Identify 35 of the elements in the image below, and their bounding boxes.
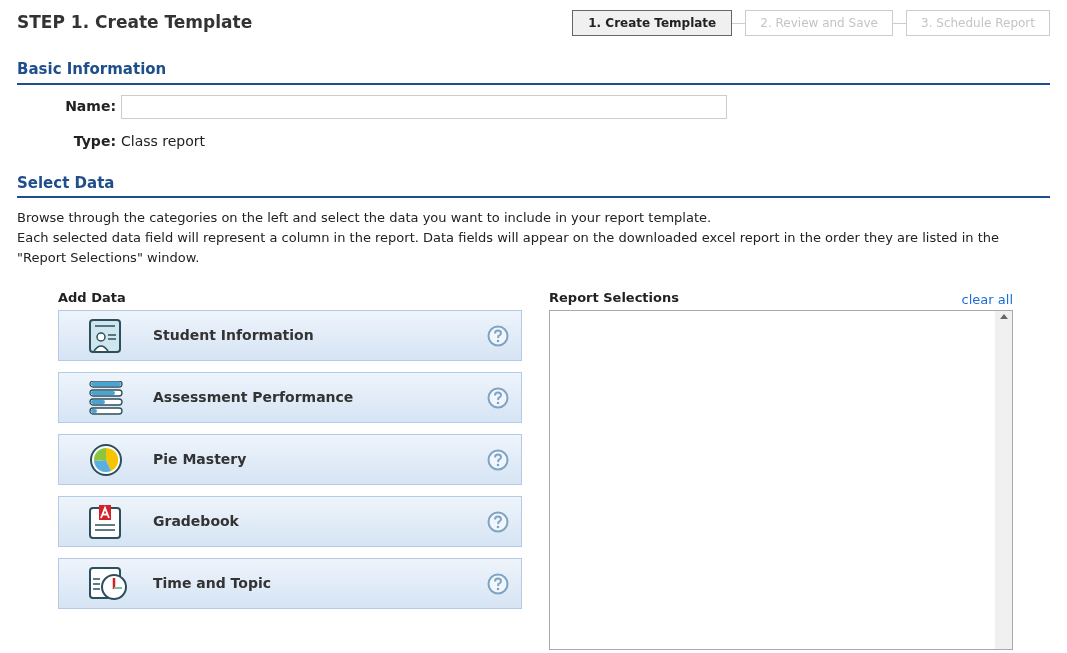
help-icon[interactable] [487, 510, 509, 533]
type-value: Class report [121, 131, 206, 151]
name-input-field[interactable] [121, 94, 727, 119]
page-title: STEP 1. Create Template [17, 11, 253, 35]
scrollbar[interactable] [995, 311, 1012, 649]
category-button[interactable]: Pie Mastery [58, 434, 522, 485]
pie-chart-icon [89, 442, 123, 477]
category-label: Student Information [153, 326, 315, 345]
section-heading: Select Data [17, 171, 1050, 198]
column-heading: Add Data [58, 289, 127, 307]
field-label: Type: [72, 131, 117, 151]
category-button[interactable]: Student Information [58, 310, 522, 361]
scroll-up-icon[interactable] [999, 314, 1008, 319]
description-text: Each selected data field will represent a column in the report. Data fields will appear on the downloaded excel report in the order they are listed in the "Report Selections" window. [17, 229, 1000, 267]
category-button[interactable]: Gradebook [58, 496, 522, 547]
description-text: Browse through the categories on the left and select the data you want to include in your report template. [17, 209, 713, 227]
wizard-step[interactable]: 1. Create Template [572, 10, 733, 36]
column-heading: Report Selections [549, 289, 679, 307]
category-label: Time and Topic [153, 574, 273, 593]
category-label: Assessment Performance [153, 388, 355, 407]
section-heading: Basic Information [17, 58, 1050, 85]
help-icon[interactable] [487, 448, 509, 471]
gradebook-icon [89, 504, 121, 539]
category-button[interactable]: Time and Topic [58, 558, 522, 609]
id-card-icon [89, 318, 121, 353]
category-label: Gradebook [153, 512, 240, 531]
category-label: Pie Mastery [153, 450, 248, 469]
help-icon[interactable] [487, 572, 509, 595]
category-button[interactable]: Assessment Performance [58, 372, 522, 423]
help-icon[interactable] [487, 324, 509, 347]
progress-bars-icon [89, 380, 123, 415]
field-label: Name: [64, 97, 117, 116]
help-icon[interactable] [487, 386, 509, 409]
clock-document-icon [89, 566, 129, 601]
clear-all-link[interactable]: clear all [961, 290, 1013, 310]
